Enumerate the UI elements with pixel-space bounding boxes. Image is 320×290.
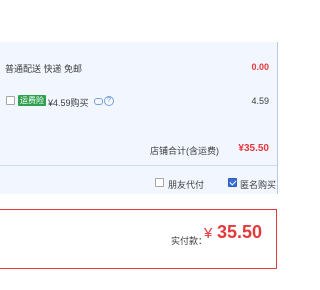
friend-pay-checkbox[interactable] bbox=[155, 178, 164, 187]
insurance-checkbox[interactable] bbox=[6, 96, 15, 105]
divider bbox=[0, 165, 277, 166]
chat-icon[interactable] bbox=[94, 98, 103, 105]
payment-box: 实付款： ¥ 35.50 bbox=[0, 209, 277, 269]
insurance-price: 4.59 bbox=[251, 96, 269, 106]
anonymous-label[interactable]: 匿名购买 bbox=[240, 178, 276, 191]
payment-currency: ¥ bbox=[204, 225, 213, 242]
insurance-tag: 运费险 bbox=[18, 95, 46, 106]
shipping-price: 0.00 bbox=[251, 62, 269, 72]
friend-pay-label[interactable]: 朋友代付 bbox=[168, 178, 204, 191]
payment-label: 实付款： bbox=[171, 236, 208, 246]
anonymous-checkbox[interactable] bbox=[228, 178, 237, 187]
store-total-label: 店铺合计(含运费) bbox=[150, 146, 219, 156]
order-summary-panel: 普通配送 快递 免邮 0.00 运费险 ¥4.59购买 ? 4.59 店铺合计(… bbox=[0, 42, 278, 194]
store-total-amount: ¥35.50 bbox=[238, 143, 269, 154]
payment-amount: 35.50 bbox=[217, 222, 263, 242]
help-icon[interactable]: ? bbox=[104, 96, 114, 106]
shipping-label: 普通配送 快递 免邮 bbox=[5, 64, 83, 74]
insurance-label: ¥4.59购买 bbox=[48, 98, 89, 108]
